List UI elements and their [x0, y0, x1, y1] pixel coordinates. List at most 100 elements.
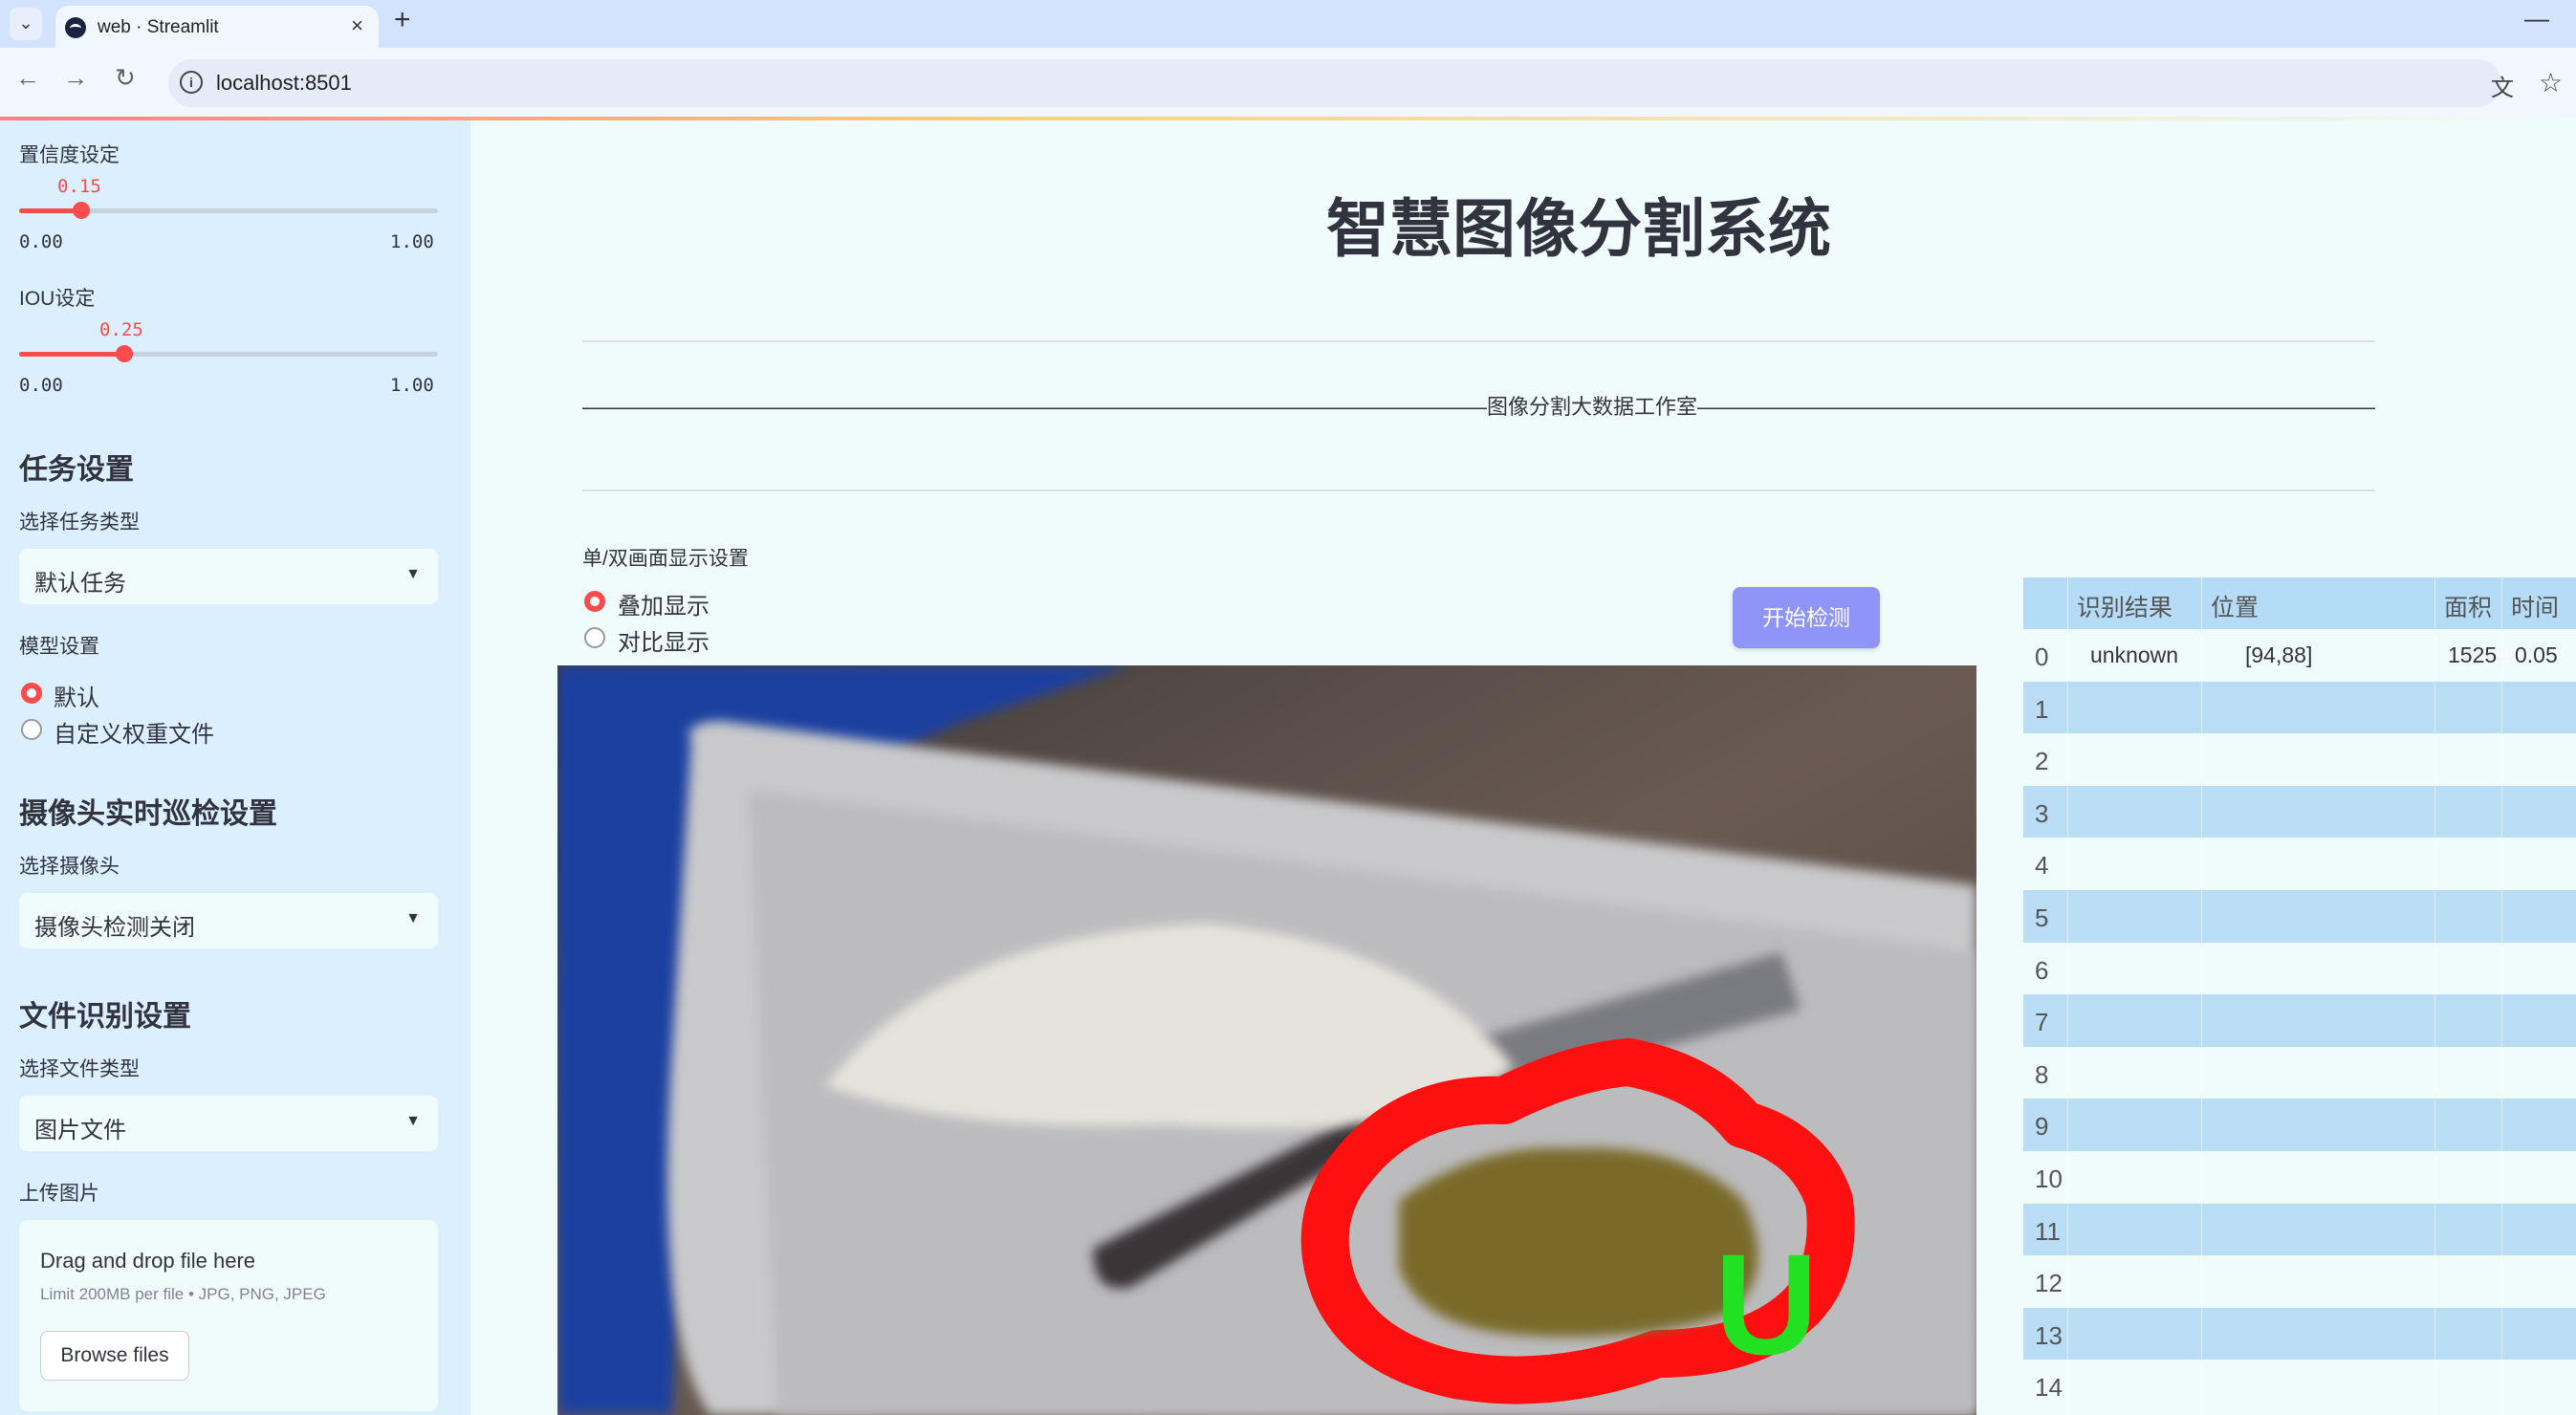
dropzone-title: Drag and drop file here	[40, 1249, 256, 1273]
cell-area: 1525	[2448, 642, 2498, 667]
upload-image-label: 上传图片	[19, 1183, 99, 1205]
iou-slider-thumb[interactable]	[116, 345, 133, 362]
camera-select[interactable]: 摄像头检测关闭 ▼	[19, 893, 438, 948]
task-settings-heading: 任务设置	[19, 454, 134, 486]
row-index: 3	[2035, 798, 2049, 828]
column-divider	[2434, 577, 2435, 1415]
row-index: 13	[2035, 1320, 2063, 1350]
browser-tab[interactable]: web · Streamlit ×	[55, 6, 379, 48]
cell-position: [94,88]	[2245, 642, 2313, 667]
translate-icon[interactable]: ⽂	[2491, 69, 2514, 102]
dropzone-limit: Limit 200MB per file • JPG, PNG, JPEG	[40, 1285, 326, 1303]
result-image: U	[557, 665, 1976, 1415]
overlay-display-label: 叠加显示	[618, 594, 709, 620]
header-result[interactable]: 识别结果	[2077, 589, 2172, 623]
model-custom-label: 自定义权重文件	[54, 722, 214, 748]
browse-files-button[interactable]: Browse files	[40, 1331, 189, 1381]
minimize-window-icon[interactable]: —	[2524, 4, 2549, 33]
detection-label-text: U	[1714, 1224, 1818, 1384]
header-time[interactable]: 时间	[2511, 589, 2559, 623]
new-tab-icon[interactable]: +	[394, 4, 411, 36]
chevron-down-icon: ▼	[405, 566, 421, 582]
confidence-value: 0.15	[57, 176, 101, 197]
confidence-min: 0.00	[19, 231, 63, 252]
browser-tab-bar: ⌄ web · Streamlit × + —	[0, 0, 2576, 48]
row-index: 11	[2035, 1216, 2061, 1246]
column-divider	[2201, 577, 2202, 1415]
table-row[interactable]: 14	[2023, 1360, 2576, 1412]
column-divider	[2067, 577, 2068, 1415]
iou-slider[interactable]	[19, 345, 438, 362]
header-position[interactable]: 位置	[2211, 589, 2259, 623]
model-custom-radio[interactable]	[21, 719, 42, 740]
model-default-radio[interactable]	[21, 683, 42, 704]
row-index: 4	[2035, 851, 2049, 881]
confidence-max: 1.00	[390, 231, 434, 252]
divider	[582, 490, 2375, 491]
table-row[interactable]: 4	[2023, 838, 2576, 890]
table-row[interactable]: 9	[2023, 1099, 2576, 1151]
table-row[interactable]: 7	[2023, 994, 2576, 1047]
compare-display-radio[interactable]	[584, 627, 605, 648]
task-type-value: 默认任务	[34, 571, 126, 597]
task-type-label: 选择任务类型	[19, 512, 140, 533]
header-area[interactable]: 面积	[2444, 589, 2492, 623]
sidebar: 置信度设定 0.15 0.00 1.00 IOU设定 0.25 0.00 1.0…	[0, 120, 470, 1415]
studio-banner: ————————————————————————————————————————…	[582, 395, 2375, 419]
forward-arrow-icon[interactable]: →	[63, 63, 88, 93]
row-index: 0	[2035, 642, 2049, 671]
tab-title: web · Streamlit	[98, 17, 219, 37]
table-row[interactable]: 13	[2023, 1307, 2576, 1361]
cell-time: 0.05	[2515, 642, 2558, 667]
file-type-label: 选择文件类型	[19, 1058, 140, 1080]
results-table[interactable]: 识别结果 位置 面积 时间 0 unknown [94,88] 1525 0.05 1 2 3…	[2023, 577, 2576, 1415]
row-index: 9	[2035, 1112, 2049, 1142]
file-type-select[interactable]: 图片文件 ▼	[19, 1096, 438, 1151]
cell-result: unknown	[2090, 642, 2179, 667]
camera-settings-heading: 摄像头实时巡检设置	[19, 798, 277, 830]
iou-min: 0.00	[19, 375, 63, 396]
bookmark-star-icon[interactable]: ☆	[2539, 67, 2563, 98]
model-default-label: 默认	[54, 686, 99, 711]
confidence-slider[interactable]	[19, 202, 438, 219]
table-row[interactable]: 12	[2023, 1255, 2576, 1308]
chevron-down-icon: ▼	[405, 1113, 421, 1129]
overlay-display-radio[interactable]	[584, 591, 605, 612]
url-text: localhost:8501	[216, 71, 352, 95]
task-type-select[interactable]: 默认任务 ▼	[19, 549, 438, 604]
table-row[interactable]: 2	[2023, 733, 2576, 786]
divider	[582, 340, 2375, 342]
site-info-icon[interactable]: i	[180, 71, 203, 94]
table-row[interactable]: 11	[2023, 1203, 2576, 1256]
url-field[interactable]: i localhost:8501	[168, 59, 2501, 107]
model-settings-label: 模型设置	[19, 636, 99, 658]
table-row[interactable]: 6	[2023, 942, 2576, 995]
table-row[interactable]: 0 unknown [94,88] 1525 0.05	[2023, 629, 2576, 682]
iou-value: 0.25	[99, 319, 143, 340]
table-row[interactable]: 5	[2023, 890, 2576, 943]
camera-select-label: 选择摄像头	[19, 856, 120, 878]
page-title: 智慧图像分割系统	[1326, 193, 1831, 264]
row-index: 1	[2035, 694, 2049, 724]
file-settings-heading: 文件识别设置	[19, 1001, 191, 1033]
table-header-row: 识别结果 位置 面积 时间	[2023, 577, 2576, 629]
table-row[interactable]: 10	[2023, 1151, 2576, 1204]
row-index: 7	[2035, 1008, 2049, 1037]
row-index: 10	[2035, 1165, 2063, 1193]
table-row[interactable]: 3	[2023, 785, 2576, 838]
tab-close-icon[interactable]: ×	[351, 13, 363, 38]
confidence-slider-thumb[interactable]	[73, 202, 90, 219]
table-row[interactable]: 8	[2023, 1046, 2576, 1099]
iou-slider-fill	[19, 352, 124, 357]
main-content: 智慧图像分割系统 ———————————————————————————————…	[470, 120, 2576, 1415]
tab-search-chevron-icon[interactable]: ⌄	[10, 8, 42, 40]
address-bar-row: ← → ↻ i localhost:8501	[0, 48, 2576, 117]
file-dropzone[interactable]: Drag and drop file here Limit 200MB per …	[19, 1220, 438, 1411]
camera-select-value: 摄像头检测关闭	[34, 915, 195, 941]
reload-icon[interactable]: ↻	[115, 63, 136, 93]
back-arrow-icon[interactable]: ←	[15, 63, 40, 93]
iou-label: IOU设定	[19, 288, 96, 310]
table-row[interactable]: 1	[2023, 681, 2576, 734]
start-detection-button[interactable]: 开始检测	[1733, 587, 1880, 648]
file-type-value: 图片文件	[34, 1118, 126, 1143]
